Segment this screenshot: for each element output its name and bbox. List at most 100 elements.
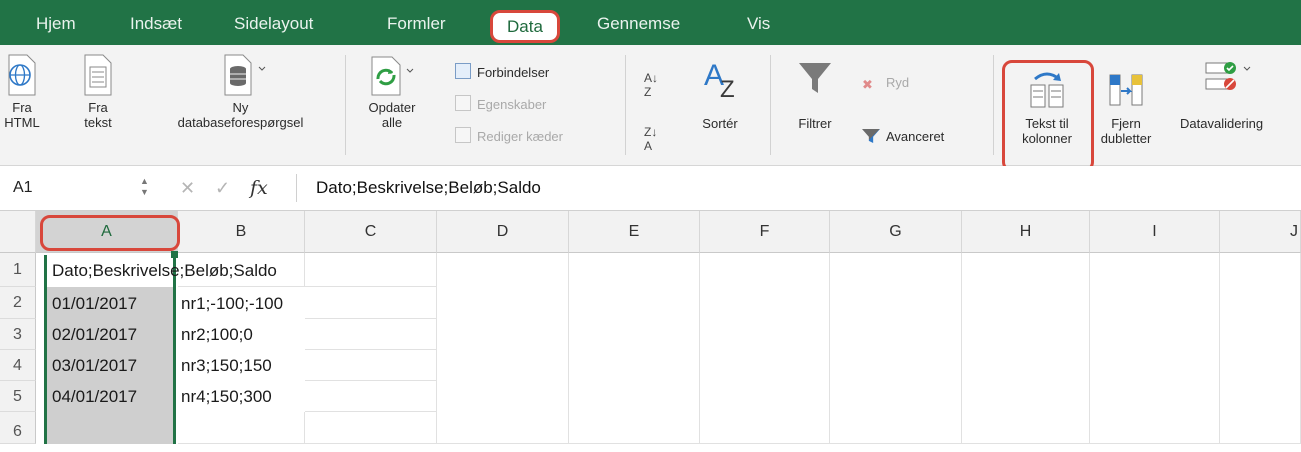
tab-formler[interactable]: Formler (387, 0, 446, 45)
tab-data[interactable]: Data (490, 10, 560, 43)
cell-c1[interactable] (305, 253, 437, 287)
forbindelser-button[interactable]: Forbindelser (455, 63, 549, 83)
column-header-f[interactable]: F (700, 211, 830, 253)
ny-label-2: databaseforespørgsel (177, 115, 304, 130)
tab-hjem[interactable]: Hjem (36, 0, 76, 45)
filter-funnel-icon (799, 63, 831, 93)
cell-a2-text: 01/01/2017 (52, 294, 138, 313)
cell-c3[interactable] (305, 319, 437, 350)
text-document-icon (84, 54, 112, 96)
ryd-button[interactable]: ✖ Ryd (862, 73, 909, 93)
cell-a3-text: 02/01/2017 (52, 325, 138, 344)
datavalidering-button[interactable]: Datavalidering (1180, 55, 1301, 131)
cell-f-column[interactable] (700, 253, 830, 444)
row-header-4[interactable]: 4 (0, 350, 36, 381)
database-icon (224, 54, 265, 96)
fra-html-button[interactable]: Fra HTML (2, 53, 42, 130)
fjern-label-2: dubletter (1100, 131, 1152, 146)
sort-za-icon: Z↓ A (644, 125, 658, 153)
tekst-til-kolonner-button[interactable]: Tekst til kolonner (1006, 69, 1088, 146)
cell-e-column[interactable] (569, 253, 700, 444)
column-header-d[interactable]: D (437, 211, 569, 253)
ribbon-tab-bar: Hjem Indsæt Sidelayout Formler Data Genn… (0, 0, 1301, 45)
cell-d-column[interactable] (437, 253, 569, 444)
cell-a1-text: Dato;Beskrivelse;Beløb;Saldo (52, 261, 277, 280)
cell-b4-text: nr3;150;150 (181, 356, 272, 375)
sort-az-icon: A↓ Z (644, 71, 659, 99)
formula-bar: A1 ▲ ▼ ✕ ✓ fx Dato;Beskrivelse;Beløb;Sald… (0, 166, 1301, 211)
formula-input[interactable]: Dato;Beskrivelse;Beløb;Saldo (316, 166, 541, 210)
cell-j-column[interactable] (1220, 253, 1301, 444)
tab-sidelayout[interactable]: Sidelayout (234, 0, 313, 45)
sort-descending-button[interactable]: Z↓ A (644, 125, 657, 153)
column-header-g[interactable]: G (830, 211, 962, 253)
cell-i-column[interactable] (1090, 253, 1220, 444)
cell-b6[interactable] (178, 412, 305, 444)
svg-text:Z: Z (720, 76, 735, 99)
select-all-corner[interactable] (0, 211, 36, 253)
tekst-til-label-2: kolonner (1022, 131, 1072, 146)
fjern-dubletter-button[interactable]: Fjern dubletter (1094, 69, 1158, 146)
cell-a5-text: 04/01/2017 (52, 387, 138, 406)
rediger-kaeder-button[interactable]: Rediger kæder (455, 127, 563, 147)
refresh-icon (371, 56, 414, 96)
tab-gennemse[interactable]: Gennemse (597, 0, 680, 45)
cell-c6[interactable] (305, 412, 437, 444)
clear-filter-icon: ✖ (862, 77, 873, 92)
column-header-h[interactable]: H (962, 211, 1090, 253)
column-header-e[interactable]: E (569, 211, 700, 253)
tab-indsaet[interactable]: Indsæt (130, 0, 182, 45)
sort-ascending-button[interactable]: A↓ Z (644, 71, 658, 99)
cell-c2[interactable] (305, 287, 437, 319)
row-header-1[interactable]: 1 (0, 253, 36, 287)
ribbon-separator (345, 55, 346, 155)
tab-vis[interactable]: Vis (747, 0, 770, 45)
egenskaber-label: Egenskaber (477, 97, 547, 112)
ribbon-separator (993, 55, 994, 155)
fra-tekst-label-1: Fra (88, 100, 108, 115)
fill-handle[interactable] (171, 251, 178, 258)
row-header-5[interactable]: 5 (0, 381, 36, 412)
ryd-label: Ryd (886, 75, 910, 90)
cell-h-column[interactable] (962, 253, 1090, 444)
cell-b5-text: nr4;150;300 (181, 387, 272, 406)
row-header-2[interactable]: 2 (0, 287, 36, 319)
cancel-icon[interactable]: ✕ (180, 166, 195, 210)
cell-a4-text: 03/01/2017 (52, 356, 138, 375)
fra-html-label-1: Fra (12, 100, 32, 115)
globe-document-icon (8, 54, 36, 96)
spreadsheet-grid: A B C D E F G H I J 1 2 3 4 5 6 Dato;Bes… (0, 211, 1301, 444)
filtrer-label: Filtrer (798, 116, 832, 131)
fra-tekst-button[interactable]: Fra tekst (78, 53, 118, 130)
forbindelser-label: Forbindelser (477, 65, 550, 80)
column-header-i[interactable]: I (1090, 211, 1220, 253)
cell-g-column[interactable] (830, 253, 962, 444)
ny-databaseforespoergsel-button[interactable]: Ny databaseforespørgsel (148, 53, 333, 130)
name-box[interactable]: A1 (13, 166, 33, 210)
data-validation-icon (1205, 62, 1251, 90)
sorter-button[interactable]: A Z Sortér (690, 55, 750, 131)
column-header-c[interactable]: C (305, 211, 437, 253)
datavalidering-label: Datavalidering (1180, 116, 1264, 131)
cell-c5[interactable] (305, 381, 437, 412)
avanceret-button[interactable]: Avanceret (862, 127, 944, 147)
column-header-b[interactable]: B (178, 211, 305, 253)
opdater-alle-button[interactable]: Opdater alle (352, 53, 432, 130)
insert-function-icon[interactable]: fx (250, 166, 268, 210)
column-header-j[interactable]: J (1220, 211, 1301, 253)
remove-duplicates-icon (1109, 74, 1143, 106)
properties-icon (455, 95, 471, 111)
egenskaber-button[interactable]: Egenskaber (455, 95, 546, 115)
filtrer-button[interactable]: Filtrer (785, 55, 845, 131)
row-header-3[interactable]: 3 (0, 319, 36, 350)
sorter-label: Sortér (702, 116, 738, 131)
fra-html-label-2: HTML (4, 115, 40, 130)
fjern-label-1: Fjern (1111, 116, 1141, 131)
formula-divider (296, 174, 297, 202)
name-box-stepper-icon[interactable]: ▲ ▼ (140, 176, 149, 198)
confirm-icon[interactable]: ✓ (215, 166, 230, 210)
ny-label-1: Ny (232, 100, 249, 115)
row-header-6[interactable]: 6 (0, 412, 36, 444)
cell-c4[interactable] (305, 350, 437, 381)
cell-b2-text: nr1;-100;-100 (181, 294, 284, 313)
